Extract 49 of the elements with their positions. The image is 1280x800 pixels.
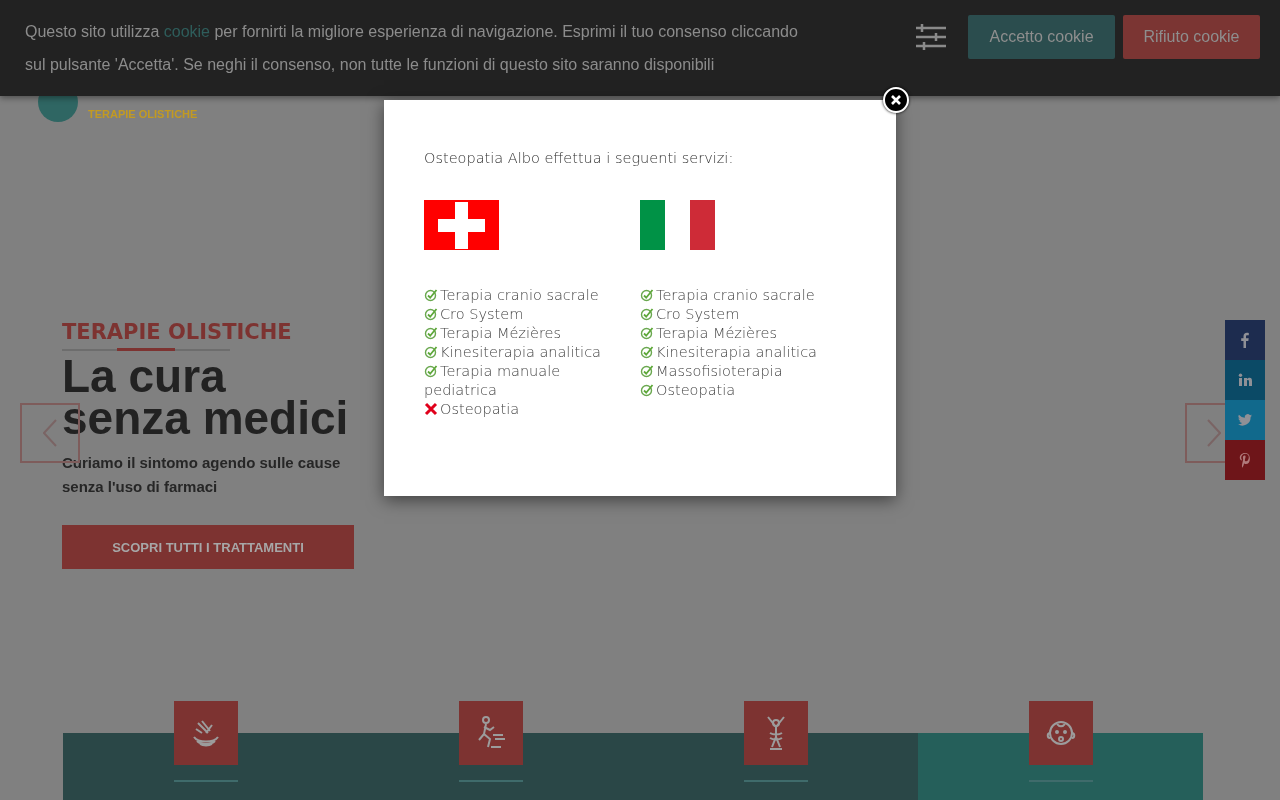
check-icon — [640, 326, 654, 340]
service-item: Terapia Mézières — [424, 324, 614, 343]
chevron-left-icon — [43, 419, 57, 447]
check-icon — [640, 345, 654, 359]
hero-title: La cura senza medici — [62, 355, 350, 439]
twitter-icon — [1237, 412, 1253, 428]
service-item: Terapia cranio sacrale — [640, 286, 830, 305]
pinterest-share-button[interactable] — [1225, 440, 1265, 480]
accept-cookies-button[interactable]: Accetto cookie — [968, 15, 1115, 59]
check-icon — [424, 345, 438, 359]
chevron-right-icon — [1207, 419, 1221, 447]
service-item: Terapia manuale pediatrica — [424, 362, 562, 400]
service-item: Kinesiterapia analitica — [640, 343, 830, 362]
check-icon — [640, 307, 654, 321]
service-item: Osteopatia — [640, 381, 830, 400]
hero-eyebrow: TERAPIE OLISTICHE — [62, 320, 293, 344]
cookie-link[interactable]: cookie — [163, 23, 210, 40]
swiss-flag-icon — [424, 200, 499, 250]
close-button[interactable] — [883, 87, 909, 113]
linkedin-icon — [1237, 372, 1253, 388]
hero-subtitle: Curiamo il sintomo agendo sulle cause senza l'uso di farmaci — [62, 453, 342, 497]
service-item: Cro System — [640, 305, 830, 324]
twitter-share-button[interactable] — [1225, 400, 1265, 440]
check-icon — [424, 326, 438, 340]
logo-subtitle: TERAPIE OLISTICHE — [88, 108, 198, 120]
check-icon — [424, 307, 438, 321]
pinterest-icon — [1237, 452, 1253, 468]
service-card[interactable] — [918, 701, 1203, 800]
service-item: Osteopatia — [424, 400, 614, 419]
service-item: Cro System — [424, 305, 614, 324]
treatments-button[interactable]: SCOPRI TUTTI I TRATTAMENTI — [62, 525, 354, 569]
check-icon — [640, 288, 654, 302]
check-icon — [640, 364, 654, 378]
cookie-message: Questo sito utilizza cookie per fornirti la migliore esperienza di navigazione. Esprimi il tuo consenso cliccando sul pulsante 'Accetta'. Se neghi il consenso, non tutte le funzioni di questo sito saranno disponibili — [25, 22, 799, 75]
cross-icon — [424, 402, 438, 416]
settings-icon[interactable] — [916, 23, 946, 51]
check-icon — [424, 364, 438, 378]
check-icon — [640, 383, 654, 397]
service-item: Kinesiterapia analitica — [424, 343, 614, 362]
check-icon — [424, 288, 438, 302]
close-icon — [890, 94, 902, 106]
reject-cookies-button[interactable]: Rifiuto cookie — [1123, 15, 1260, 59]
italian-flag-icon — [640, 200, 715, 250]
facebook-share-button[interactable] — [1225, 320, 1265, 360]
service-item: Massofisioterapia — [640, 362, 830, 381]
linkedin-share-button[interactable] — [1225, 360, 1265, 400]
modal-intro: Osteopatia Albo effettua i seguenti servizi: — [424, 150, 735, 166]
service-item: Terapia cranio sacrale — [424, 286, 614, 305]
service-item: Terapia Mézières — [640, 324, 830, 343]
